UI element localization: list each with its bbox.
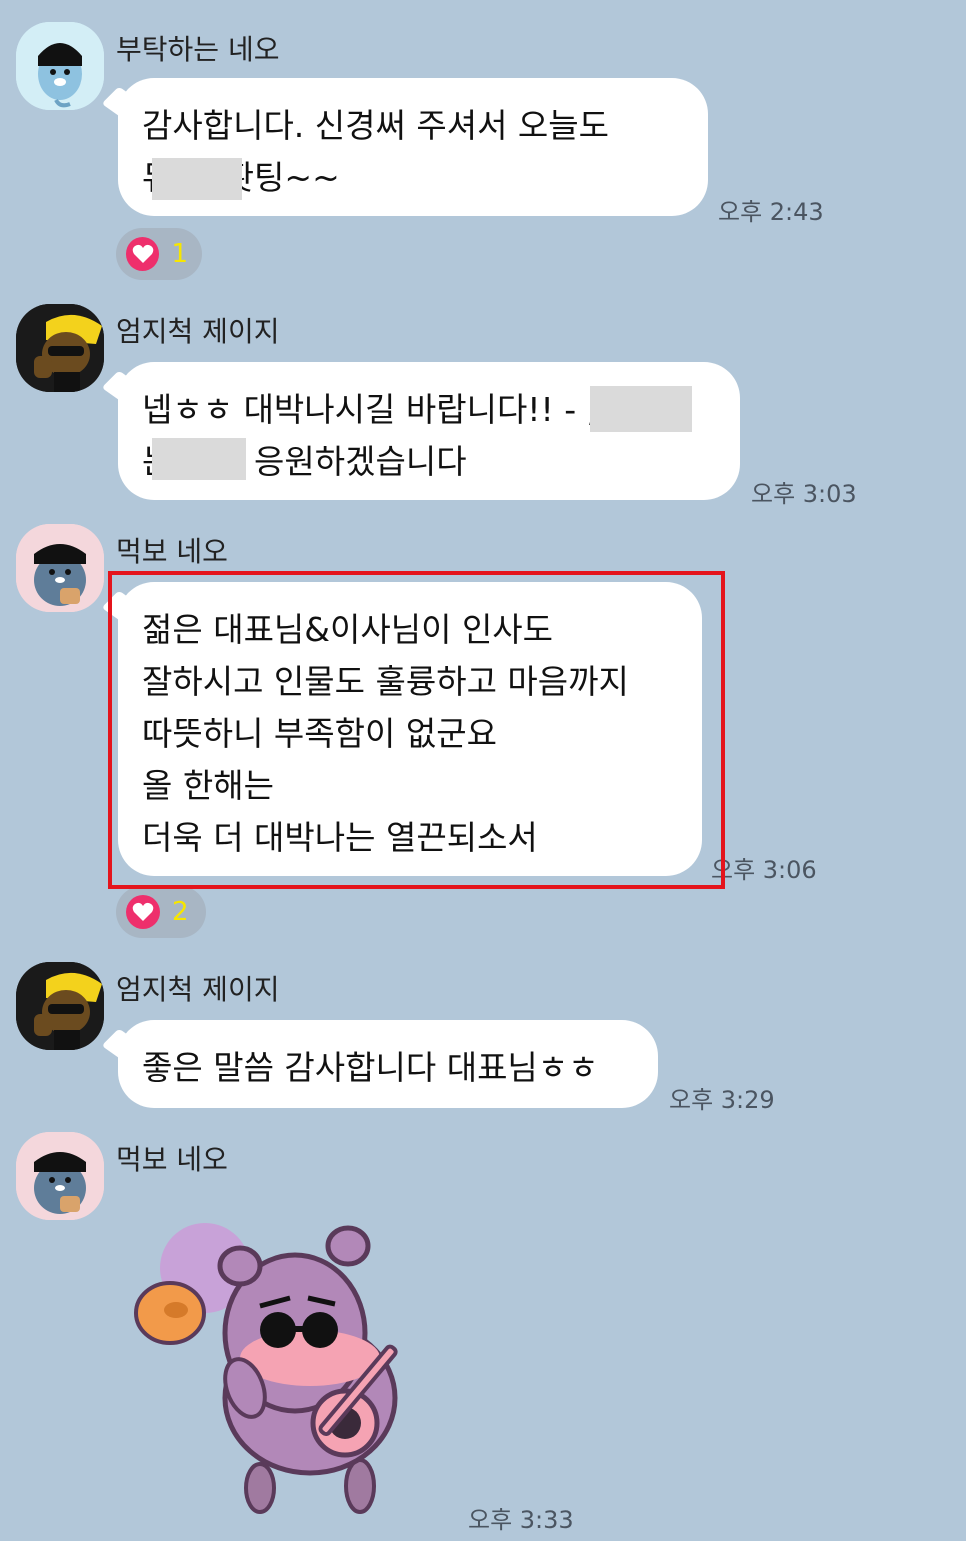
sender-name: 부탁하는 네오 (116, 33, 280, 66)
bear-guitar-sticker-icon (134, 1223, 398, 1514)
message-time: 오후 3:29 (669, 1086, 775, 1114)
neo-glutton-avatar-icon (16, 1132, 104, 1220)
message-bubble[interactable]: 좋은 말씀 감사합니다 대표님ㅎㅎ (118, 1020, 658, 1108)
sender-name: 먹보 네오 (116, 535, 228, 568)
neo-avatar-icon (16, 22, 104, 110)
message-line: 감사합니다. 신경써 주셔서 오늘도 (142, 106, 609, 145)
heart-icon (126, 895, 160, 929)
avatar-jay-g-thumbsup[interactable] (16, 962, 104, 1050)
message-time: 오후 3:03 (751, 480, 857, 508)
message-time: 오후 2:43 (718, 198, 824, 226)
redaction-block (152, 438, 246, 480)
neo-glutton-avatar-icon (16, 524, 104, 612)
reaction-count: 1 (171, 239, 188, 269)
sender-name: 엄지척 제이지 (116, 973, 280, 1006)
sender-name: 엄지척 제이지 (116, 315, 280, 348)
redaction-block (152, 158, 242, 200)
sender-name: 먹보 네오 (116, 1143, 228, 1176)
message-line: 좋은 말씀 감사합니다 대표님ㅎㅎ (142, 1048, 599, 1087)
avatar-neo-glutton[interactable] (16, 524, 104, 612)
avatar-neo-glutton[interactable] (16, 1132, 104, 1220)
reaction-count: 2 (172, 897, 189, 927)
chat-room[interactable]: 부탁하는 네오 감사합니다. 신경써 주셔서 오늘도 듀 ㄹ 홧팅~~ 오후 2… (0, 0, 966, 1541)
message-time: 오후 3:06 (711, 856, 817, 884)
message-time: 오후 3:33 (468, 1506, 574, 1534)
redaction-block (590, 386, 692, 432)
highlight-frame (108, 571, 725, 889)
guitar-sunglasses-bear-sticker[interactable] (130, 1218, 450, 1518)
heart-icon (126, 237, 160, 271)
jay-g-avatar-icon (16, 304, 104, 392)
reaction-badge[interactable]: 1 (116, 228, 202, 280)
reaction-badge[interactable]: 2 (116, 886, 206, 938)
jay-g-avatar-icon (16, 962, 104, 1050)
message-bubble[interactable]: 감사합니다. 신경써 주셔서 오늘도 듀 ㄹ 홧팅~~ (118, 78, 708, 216)
message-bubble[interactable]: 넵ㅎㅎ 대박나시길 바랍니다!! ‑ , 는 모두 응원하겠습니다 (118, 362, 740, 500)
avatar-jay-g-thumbsup[interactable] (16, 304, 104, 392)
avatar-neo-begging[interactable] (16, 22, 104, 110)
